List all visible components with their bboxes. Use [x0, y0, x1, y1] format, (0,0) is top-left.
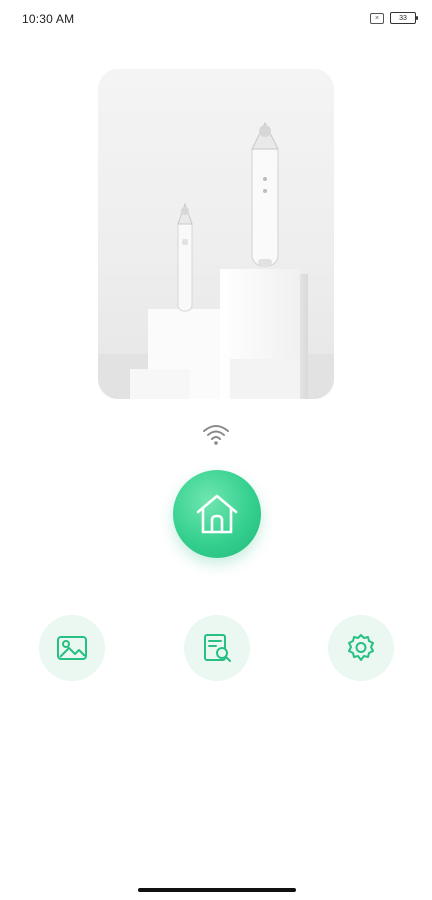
home-button[interactable]	[173, 470, 261, 558]
status-time: 10:30 AM	[22, 12, 75, 26]
gallery-button[interactable]	[39, 615, 105, 681]
sim-card-x-icon: ×	[370, 12, 384, 24]
product-image-card	[98, 69, 334, 399]
wifi-icon	[201, 422, 231, 446]
settings-button[interactable]	[328, 615, 394, 681]
battery-icon: 33	[390, 12, 418, 24]
gear-icon	[348, 634, 374, 661]
status-bar: 10:30 AM × 33	[0, 0, 432, 40]
report-button[interactable]	[184, 615, 250, 681]
action-row	[0, 615, 432, 681]
battery-level: 33	[399, 14, 407, 22]
product-photo-icon	[98, 121, 334, 399]
status-right: × 33	[370, 12, 418, 24]
home-indicator[interactable]	[138, 888, 296, 892]
home-icon	[196, 494, 238, 534]
document-search-icon	[204, 634, 231, 662]
image-gallery-icon	[57, 636, 87, 660]
